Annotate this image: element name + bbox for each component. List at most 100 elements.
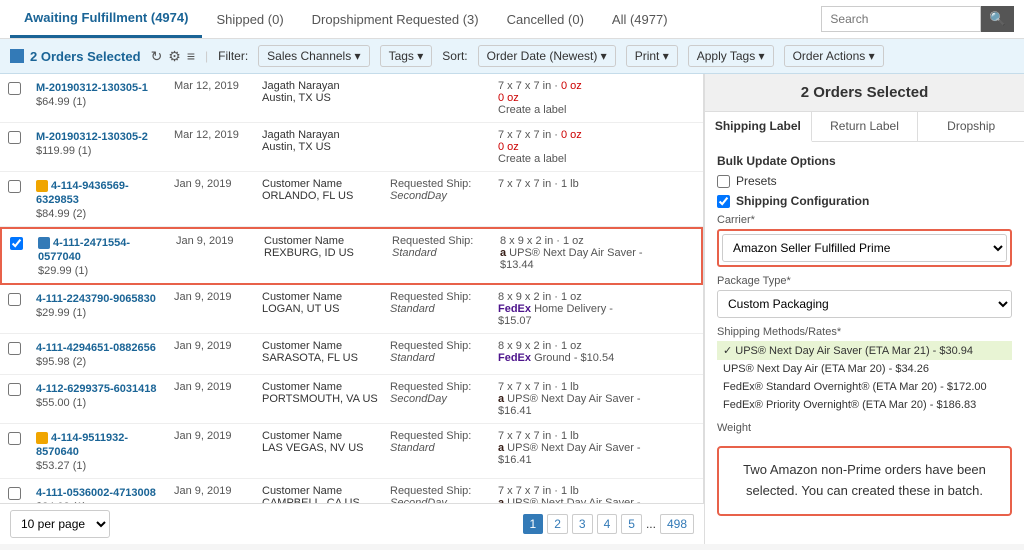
top-tab-bar: Awaiting Fulfillment (4974) Shipped (0) … (0, 0, 1024, 39)
order-number[interactable]: 4-111-4294651-0882656 (36, 342, 156, 354)
bulk-checkbox[interactable] (10, 49, 24, 63)
table-row[interactable]: 4-111-2471554-0577040 $29.99 (1) Jan 9, … (0, 227, 703, 285)
page-5[interactable]: 5 (621, 514, 642, 534)
row-checkbox[interactable] (8, 82, 21, 95)
order-date: Jan 9, 2019 (174, 340, 254, 368)
table-row[interactable]: 4-111-4294651-0882656 $95.98 (2) Jan 9, … (0, 334, 703, 375)
order-date: Jan 9, 2019 (174, 430, 254, 472)
order-customer: Customer NameREXBURG, ID US (264, 235, 384, 277)
order-amount: $64.99 (1) (36, 96, 86, 108)
presets-checkbox[interactable] (717, 175, 730, 188)
page-2[interactable]: 2 (547, 514, 568, 534)
sort-button[interactable]: Order Date (Newest) ▾ (478, 45, 616, 67)
search-input[interactable] (821, 6, 981, 32)
order-number[interactable]: 4-114-9511932-8570640 (36, 432, 128, 458)
row-checkbox[interactable] (8, 487, 21, 500)
shipping-config-checkbox[interactable] (717, 195, 730, 208)
tab-dropship[interactable]: Dropship (918, 112, 1024, 141)
order-number[interactable]: 4-112-6299375-6031418 (36, 383, 157, 395)
tab-awaiting-fulfillment[interactable]: Awaiting Fulfillment (4974) (10, 0, 202, 38)
weight-label: Weight (717, 422, 1012, 434)
order-number-col: M-20190312-130305-1 $64.99 (1) (36, 80, 166, 116)
search-button[interactable]: 🔍 (981, 6, 1014, 32)
order-carrier-note: a UPS® Next Day Air Saver - $13.44 (500, 247, 643, 271)
settings-icon[interactable]: ⚙ (168, 48, 181, 65)
row-checkbox[interactable] (10, 237, 23, 250)
row-checkbox-col (10, 235, 30, 277)
package-type-select[interactable]: Custom Packaging (717, 290, 1012, 318)
search-area: 🔍 (821, 6, 1014, 32)
tab-shipped[interactable]: Shipped (0) (202, 2, 297, 37)
page-3[interactable]: 3 (572, 514, 593, 534)
print-button[interactable]: Print ▾ (626, 45, 678, 67)
selected-count-area: 2 Orders Selected (10, 49, 141, 64)
rate-item[interactable]: FedEx® Standard Overnight® (ETA Mar 20) … (717, 378, 1012, 396)
table-row[interactable]: M-20190312-130305-1 $64.99 (1) Mar 12, 2… (0, 74, 703, 123)
rate-item[interactable]: ✓ UPS® Next Day Air Saver (ETA Mar 21) -… (717, 341, 1012, 360)
tab-shipping-label[interactable]: Shipping Label (705, 112, 812, 142)
table-row[interactable]: 4-111-0536002-4713008 $24.02 (1) Jan 9, … (0, 479, 703, 503)
tab-return-label[interactable]: Return Label (812, 112, 919, 141)
order-number-col: 4-114-9436569-6329853 $84.99 (2) (36, 178, 166, 220)
order-amount: $29.99 (1) (38, 265, 88, 277)
table-row[interactable]: 4-114-9511932-8570640 $53.27 (1) Jan 9, … (0, 424, 703, 479)
tab-all[interactable]: All (4977) (598, 2, 682, 37)
order-number[interactable]: 4-114-9436569-6329853 (36, 180, 129, 206)
order-date: Jan 9, 2019 (176, 235, 256, 277)
order-number-col: 4-114-9511932-8570640 $53.27 (1) (36, 430, 166, 472)
rate-item[interactable]: FedEx® Priority Overnight® (ETA Mar 20) … (717, 396, 1012, 414)
rate-item[interactable]: UPS® Next Day Air (ETA Mar 20) - $34.26 (717, 360, 1012, 378)
order-date: Jan 9, 2019 (174, 485, 254, 503)
row-checkbox-col (8, 129, 28, 165)
row-checkbox[interactable] (8, 383, 21, 396)
row-checkbox[interactable] (8, 131, 21, 144)
order-carrier-note: 0 ozCreate a label (498, 92, 567, 116)
table-row[interactable]: 4-111-2243790-9065830 $29.99 (1) Jan 9, … (0, 285, 703, 334)
apply-tags-button[interactable]: Apply Tags ▾ (688, 45, 774, 67)
order-amount: $29.99 (1) (36, 307, 86, 319)
toolbar: 2 Orders Selected ↻ ⚙ ≡ | Filter: Sales … (0, 39, 1024, 74)
order-dims: 7 x 7 x 7 in · 1 lba UPS® Next Day Air S… (498, 485, 648, 503)
order-number[interactable]: 4-111-0536002-4713008 (36, 487, 156, 499)
order-dims: 7 x 7 x 7 in · 0 oz0 ozCreate a label (498, 80, 648, 116)
rate-label: UPS® Next Day Air (ETA Mar 20) - $34.26 (723, 363, 929, 375)
table-row[interactable]: 4-112-6299375-6031418 $55.00 (1) Jan 9, … (0, 375, 703, 424)
order-number[interactable]: 4-111-2471554-0577040 (38, 237, 130, 263)
row-checkbox[interactable] (8, 342, 21, 355)
order-customer: Customer NameSARASOTA, FL US (262, 340, 382, 368)
refresh-icon[interactable]: ↻ (151, 48, 163, 65)
order-customer: Jagath NarayanAustin, TX US (262, 80, 382, 116)
order-ship: Requested Ship:SecondDay (390, 485, 490, 503)
order-number[interactable]: M-20190312-130305-1 (36, 82, 148, 94)
page-ellipsis: ... (646, 517, 656, 531)
tab-dropshipment[interactable]: Dropshipment Requested (3) (298, 2, 493, 37)
table-row[interactable]: 4-114-9436569-6329853 $84.99 (2) Jan 9, … (0, 172, 703, 227)
order-number[interactable]: M-20190312-130305-2 (36, 131, 148, 143)
page-4[interactable]: 4 (597, 514, 618, 534)
package-type-label: Package Type* (717, 275, 1012, 287)
order-date: Mar 12, 2019 (174, 129, 254, 165)
order-ship: Requested Ship:Standard (390, 340, 490, 368)
sales-channels-button[interactable]: Sales Channels ▾ (258, 45, 369, 67)
order-dims: 8 x 9 x 2 in · 1 oza UPS® Next Day Air S… (500, 235, 650, 277)
tab-cancelled[interactable]: Cancelled (0) (493, 2, 598, 37)
table-row[interactable]: M-20190312-130305-2 $119.99 (1) Mar 12, … (0, 123, 703, 172)
order-number[interactable]: 4-111-2243790-9065830 (36, 293, 156, 305)
row-checkbox[interactable] (8, 432, 21, 445)
row-checkbox-col (8, 340, 28, 368)
order-ship: Requested Ship:Standard (392, 235, 492, 277)
row-checkbox[interactable] (8, 293, 21, 306)
per-page-select[interactable]: 10 per page (10, 510, 110, 538)
columns-icon[interactable]: ≡ (187, 48, 195, 65)
order-actions-button[interactable]: Order Actions ▾ (784, 45, 884, 67)
row-checkbox[interactable] (8, 180, 21, 193)
order-carrier-note: a UPS® Next Day Air Saver - $16.41 (498, 393, 641, 417)
right-panel: 2 Orders Selected Shipping Label Return … (704, 74, 1024, 544)
tags-button[interactable]: Tags ▾ (380, 45, 433, 67)
carrier-label: Carrier* (717, 214, 1012, 226)
page-1[interactable]: 1 (523, 514, 544, 534)
page-498[interactable]: 498 (660, 514, 694, 534)
order-amount: $119.99 (1) (36, 145, 91, 157)
carrier-select[interactable]: Amazon Seller Fulfilled Prime (722, 234, 1007, 262)
order-number-col: 4-111-2471554-0577040 $29.99 (1) (38, 235, 168, 277)
